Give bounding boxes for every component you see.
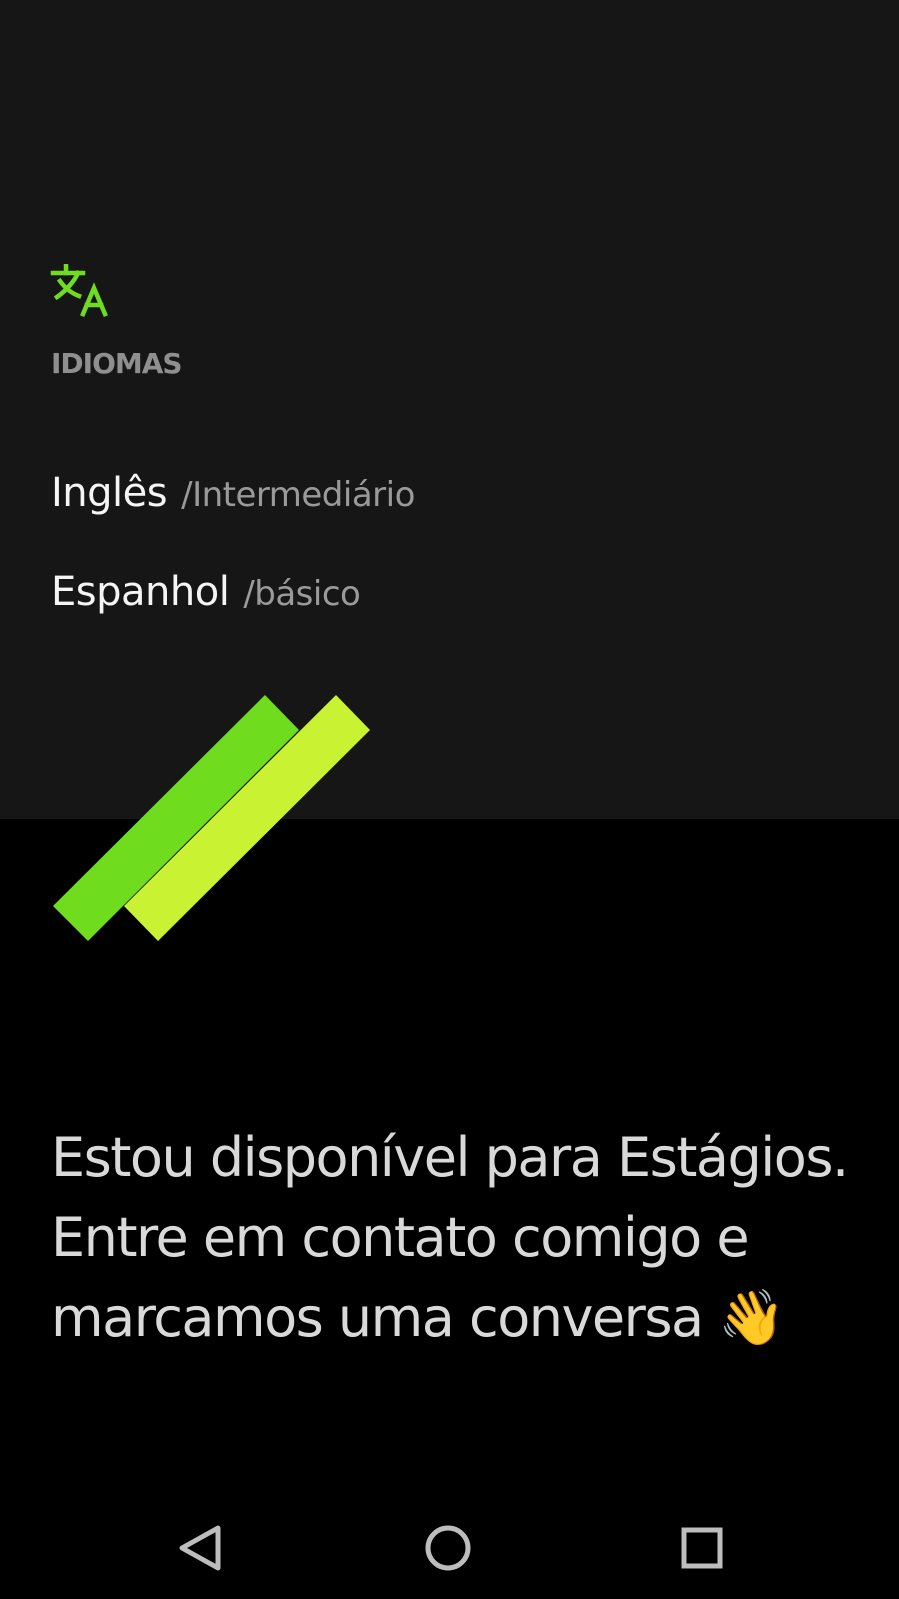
recents-square-icon (681, 1527, 723, 1569)
language-item-spanish: Espanhol/básico (51, 569, 361, 615)
language-name: Espanhol (51, 569, 230, 615)
back-triangle-icon (179, 1525, 221, 1571)
home-button[interactable] (418, 1518, 478, 1578)
availability-message: Estou disponível para Estágios. Entre em… (51, 1126, 849, 1349)
language-name: Inglês (51, 470, 168, 516)
recents-button[interactable] (672, 1518, 732, 1578)
language-level: /Intermediário (181, 475, 415, 515)
back-button[interactable] (170, 1518, 230, 1578)
translate-icon (50, 263, 108, 318)
system-navigation-bar (0, 1500, 899, 1599)
home-circle-icon (425, 1525, 471, 1571)
language-item-english: Inglês/Intermediário (51, 473, 415, 513)
language-level: /básico (243, 574, 361, 614)
languages-section (0, 0, 899, 819)
section-title: IDIOMAS (51, 347, 183, 380)
